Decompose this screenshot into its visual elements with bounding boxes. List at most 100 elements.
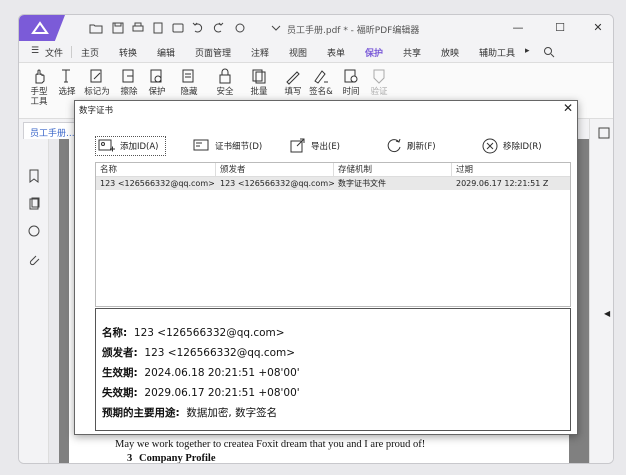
row-issuer: 123 <126566332@qq.com> xyxy=(220,179,335,188)
ribbon-button-batch[interactable]: 批量 xyxy=(245,67,273,97)
tab-edit[interactable]: 编辑 xyxy=(157,46,175,59)
menu-file[interactable]: 文件 xyxy=(45,46,63,59)
open-folder-icon[interactable] xyxy=(89,21,103,35)
refresh-label: 刷新(F) xyxy=(407,142,436,152)
redo-icon[interactable] xyxy=(211,21,225,35)
hamburger-icon[interactable]: ☰ xyxy=(31,46,39,56)
detail-valid-to: 失效期: 2029.06.17 20:21:51 +08'00' xyxy=(102,387,300,399)
hand-icon xyxy=(35,69,45,84)
protect-icon xyxy=(150,69,162,83)
select-icon xyxy=(62,69,70,83)
ribbon-button-select[interactable]: 选择 xyxy=(53,67,81,97)
ribbon-button-label: 选择 xyxy=(58,87,76,97)
digital-id-dialog: 数字证书 ✕ 添加ID(A) 证书细节(D) 导出(E) 刷新(F) 移除ID(… xyxy=(74,100,578,435)
ribbon-button-label: 保护 xyxy=(148,87,166,97)
mobile-icon[interactable] xyxy=(171,21,185,35)
tab-form[interactable]: 表单 xyxy=(327,46,345,59)
collapse-right-icon[interactable]: ◀ xyxy=(604,309,610,318)
document-line: May we work together to createa Foxit dr… xyxy=(115,439,426,450)
menu-more-icon[interactable]: ▸ xyxy=(525,46,530,56)
ribbon-button-erase[interactable]: 擦除 xyxy=(115,67,143,97)
print-icon[interactable] xyxy=(131,21,145,35)
ribbon-button-mark[interactable]: 标记为 xyxy=(83,67,111,97)
window-title: 员工手册.pdf * - 福昕PDF编辑器 xyxy=(287,26,420,36)
ribbon-button-security[interactable]: 安全 xyxy=(211,67,239,97)
share-icon[interactable] xyxy=(233,21,247,35)
column-header-name[interactable]: 名称 xyxy=(96,163,216,177)
ribbon-button-label: 验证 xyxy=(370,87,388,97)
document-tab[interactable]: 员工手册... xyxy=(23,122,82,139)
ribbon-button-hand[interactable]: 手型 工具 xyxy=(25,67,53,107)
search-icon[interactable] xyxy=(543,46,555,61)
row-name: 123 <126566332@qq.com> xyxy=(100,179,215,188)
maximize-button[interactable]: ☐ xyxy=(551,19,569,37)
time-icon xyxy=(344,69,358,83)
dropdown-icon[interactable] xyxy=(269,21,283,35)
tab-protect[interactable]: 保护 xyxy=(365,46,384,65)
ribbon-button-sign[interactable]: 签名& xyxy=(307,67,335,97)
save-icon[interactable] xyxy=(111,21,125,35)
hide-icon xyxy=(182,69,194,83)
tab-tools[interactable]: 辅助工具 xyxy=(479,46,515,59)
ribbon-button-label: 标记为 xyxy=(84,87,110,97)
ribbon-button-protect[interactable]: 保护 xyxy=(143,67,171,97)
tab-present[interactable]: 放映 xyxy=(441,46,459,59)
detail-usage: 预期的主要用途: 数据加密, 数字签名 xyxy=(102,407,278,419)
ribbon-button-label: 批量 xyxy=(250,87,268,97)
column-header-storage[interactable]: 存储机制 xyxy=(334,163,452,177)
row-expires: 2029.06.17 12:21:51 Z xyxy=(456,179,549,188)
ribbon-button-verify[interactable]: 验证 xyxy=(365,67,393,97)
ribbon-button-fill[interactable]: 填写 xyxy=(279,67,307,97)
bookmark-icon[interactable] xyxy=(27,169,41,183)
tab-comment[interactable]: 注释 xyxy=(251,46,269,59)
add-id-button[interactable]: 添加ID(A) xyxy=(95,136,166,156)
row-storage: 数字证书文件 xyxy=(338,179,386,188)
certificate-details-button[interactable]: 证书细节(D) xyxy=(193,136,262,156)
ribbon-button-label: 签名& xyxy=(309,87,333,97)
certificate-detail-panel: 名称: 123 <126566332@qq.com> 颁发者: 123 <126… xyxy=(95,308,571,431)
detail-valid-from: 生效期: 2024.06.18 20:21:51 +08'00' xyxy=(102,367,300,379)
export-button[interactable]: 导出(E) xyxy=(289,136,340,156)
ribbon-button-label: 填写 xyxy=(284,87,302,97)
remove-id-label: 移除ID(R) xyxy=(503,142,542,152)
ribbon-button-hide[interactable]: 隐藏 xyxy=(175,67,203,97)
column-header-expires[interactable]: 过期 xyxy=(452,163,570,177)
batch-icon xyxy=(252,69,266,84)
minimize-button[interactable]: — xyxy=(509,19,527,37)
ribbon-button-time[interactable]: 时间 xyxy=(337,67,365,97)
attachment-icon[interactable] xyxy=(27,253,41,267)
tab-view[interactable]: 视图 xyxy=(289,46,307,59)
title-bar: 员工手册.pdf * - 福昕PDF编辑器 — ☐ ✕ xyxy=(19,15,613,41)
dialog-close-button[interactable]: ✕ xyxy=(563,101,573,115)
app-logo xyxy=(19,15,65,41)
ribbon-button-label-2: 工具 xyxy=(30,97,48,107)
tab-page-manage[interactable]: 页面管理 xyxy=(195,46,231,59)
remove-id-button[interactable]: 移除ID(R) xyxy=(481,136,542,156)
undo-icon[interactable] xyxy=(191,21,205,35)
panel-collapse-strip[interactable] xyxy=(49,139,59,463)
pages-icon[interactable] xyxy=(27,197,41,211)
new-file-icon[interactable] xyxy=(151,21,165,35)
dialog-title: 数字证书 xyxy=(79,106,114,116)
ribbon-button-label: 时间 xyxy=(342,87,360,97)
close-button[interactable]: ✕ xyxy=(589,19,607,37)
remove-icon xyxy=(482,138,498,154)
ribbon-button-label: 擦除 xyxy=(120,87,138,97)
settings-panel-icon[interactable] xyxy=(598,127,610,142)
tab-share[interactable]: 共享 xyxy=(403,46,421,59)
column-header-issuer[interactable]: 颁发者 xyxy=(216,163,334,177)
ribbon-button-label: 手型 xyxy=(30,87,48,97)
comment-icon[interactable] xyxy=(27,225,41,239)
verify-icon xyxy=(373,69,385,84)
detail-name: 名称: 123 <126566332@qq.com> xyxy=(102,327,285,339)
tab-home[interactable]: 主页 xyxy=(81,46,99,59)
mark-icon xyxy=(90,69,102,83)
fill-icon xyxy=(286,71,300,85)
certificate-icon xyxy=(193,139,209,151)
erase-icon xyxy=(122,69,134,83)
tab-convert[interactable]: 转换 xyxy=(119,46,137,59)
detail-issuer: 颁发者: 123 <126566332@qq.com> xyxy=(102,347,296,359)
menu-bar: ☰ 文件 主页 转换 编辑 页面管理 注释 视图 表单 保护 共享 放映 辅助工… xyxy=(19,41,613,65)
refresh-button[interactable]: 刷新(F) xyxy=(385,136,436,156)
refresh-icon xyxy=(387,138,401,153)
